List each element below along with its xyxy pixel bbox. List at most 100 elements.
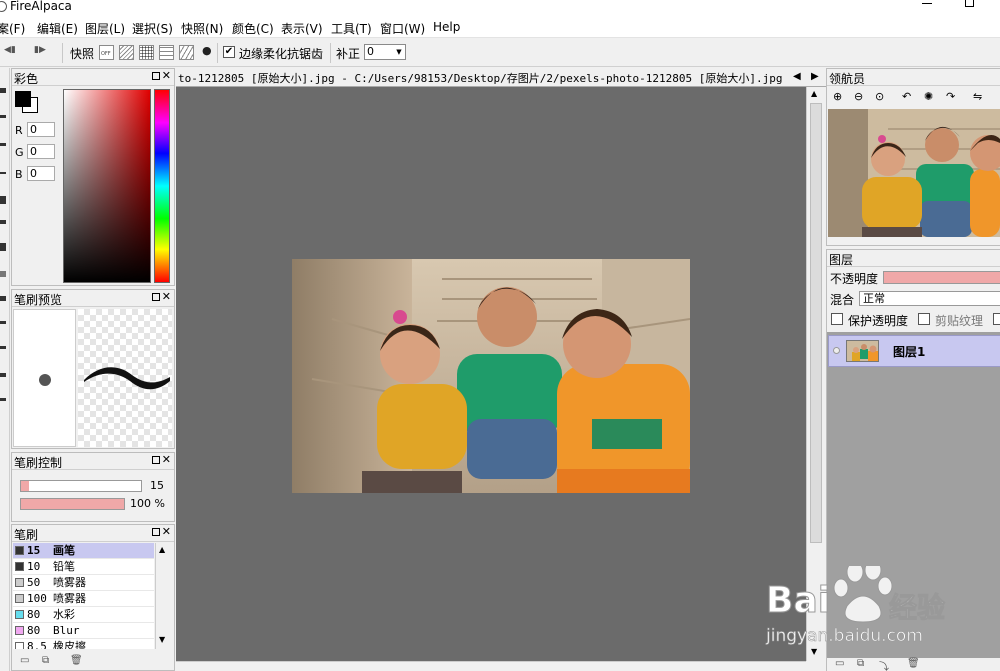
close-icon[interactable]: ✕ — [162, 453, 171, 466]
brush-list-item[interactable]: 8.5 橡皮擦 — [13, 639, 154, 649]
tab-next-icon[interactable]: ▶ — [811, 71, 819, 82]
dock-icon[interactable] — [152, 72, 160, 80]
pen-tool-icon[interactable] — [0, 88, 6, 93]
layer-blend-value: 正常 — [863, 292, 885, 305]
gradient-tool-icon[interactable] — [0, 243, 6, 251]
navigator-thumbnail[interactable] — [828, 109, 1000, 237]
eraser-tool-icon[interactable] — [0, 115, 6, 118]
menu-edit[interactable]: 编辑(E) — [37, 20, 78, 37]
g-input[interactable]: 0 — [27, 144, 55, 159]
brush-list-item[interactable]: 80 Blur — [13, 623, 154, 639]
brush-list-item[interactable]: 10 铅笔 — [13, 559, 154, 575]
rotate-reset-icon[interactable]: ✺ — [924, 90, 933, 103]
layer-panel-title: 图层 — [829, 253, 854, 267]
line-tool-icon[interactable] — [0, 143, 6, 146]
snap-grid-icon[interactable] — [139, 45, 154, 60]
menu-layer[interactable]: 图层(L) — [85, 20, 125, 37]
lock-checkbox[interactable] — [993, 313, 1000, 325]
tool-strip — [0, 68, 10, 671]
brush-preview-panel: 笔刷预览 ✕ — [11, 289, 175, 449]
zoom-reset-icon[interactable]: ⊙ — [875, 90, 884, 103]
eyedropper-tool-icon[interactable] — [0, 373, 6, 377]
correction-select[interactable]: 0 ▼ — [364, 44, 406, 60]
r-input[interactable]: 0 — [27, 122, 55, 137]
document-tab[interactable]: to-1212805 [原始大小].jpg - C:/Users/98153/D… — [176, 68, 806, 87]
snap-radial-icon[interactable] — [179, 45, 194, 60]
delete-brush-icon[interactable]: 🗑 — [70, 655, 83, 666]
maximize-icon[interactable] — [965, 0, 974, 7]
add-brush-icon[interactable]: ▭ — [20, 655, 29, 666]
foreground-color-swatch[interactable] — [15, 91, 31, 107]
zoom-out-icon[interactable]: ⊖ — [854, 90, 863, 103]
clipping-checkbox[interactable] — [918, 313, 930, 325]
brush-list-item[interactable]: 80 水彩 — [13, 607, 154, 623]
close-icon[interactable]: ✕ — [162, 525, 171, 538]
menu-tools[interactable]: 工具(T) — [331, 20, 372, 37]
menu-help[interactable]: Help — [433, 20, 460, 34]
brush-color-swatch — [15, 626, 24, 635]
snap-dot-icon[interactable]: ● — [202, 44, 212, 57]
brush-list-scrollbar[interactable]: ▲ ▼ — [155, 543, 170, 649]
menu-select[interactable]: 選択(S) — [132, 20, 173, 37]
brush-list-item[interactable]: 50 喷雾器 — [13, 575, 154, 591]
minimize-icon[interactable] — [922, 3, 932, 4]
antialias-checkbox[interactable]: ✔ — [223, 46, 235, 58]
dock-icon[interactable] — [152, 528, 160, 536]
brush-opacity-slider[interactable] — [20, 498, 125, 510]
snap-off-icon[interactable]: OFF — [99, 45, 114, 60]
menu-window[interactable]: 窗口(W) — [380, 20, 425, 37]
select-tool-icon[interactable] — [0, 271, 6, 277]
visibility-eye-icon[interactable] — [833, 347, 840, 354]
scroll-up-icon[interactable]: ▲ — [159, 545, 165, 554]
lasso-tool-icon[interactable] — [0, 296, 6, 301]
brush-size-slider[interactable] — [20, 480, 142, 492]
flip-horizontal-icon[interactable]: ⇋ — [973, 90, 982, 103]
fill-tool-icon[interactable] — [0, 196, 6, 204]
move-tool-icon[interactable] — [0, 172, 6, 174]
close-icon[interactable]: ✕ — [162, 69, 171, 82]
menu-snap[interactable]: 快照(N) — [181, 20, 223, 37]
select-pen-tool-icon[interactable] — [0, 346, 6, 349]
brush-size-value: 15 — [150, 479, 164, 492]
rotate-right-icon[interactable]: ↷ — [946, 90, 955, 103]
magic-wand-tool-icon[interactable] — [0, 321, 6, 324]
tab-prev-icon[interactable]: ◀ — [793, 71, 801, 82]
bucket-tool-icon[interactable] — [0, 220, 6, 224]
canvas-horizontal-scrollbar[interactable] — [176, 661, 806, 671]
dock-icon[interactable] — [152, 456, 160, 464]
brush-name: 铅笔 — [53, 560, 75, 573]
hand-tool-icon[interactable] — [0, 398, 6, 401]
canvas-area[interactable] — [176, 87, 806, 661]
layer-row[interactable]: 图层1 — [828, 335, 1000, 367]
menu-view[interactable]: 表示(V) — [281, 20, 323, 37]
menu-file[interactable]: 案(F) — [0, 20, 25, 37]
dock-icon[interactable] — [152, 293, 160, 301]
layer-opacity-slider[interactable] — [883, 271, 1000, 284]
brush-list-item[interactable]: 15 画笔 — [13, 543, 154, 559]
redo-icon[interactable]: ▮▶ — [34, 45, 46, 55]
scroll-down-icon[interactable]: ▼ — [159, 635, 165, 644]
brush-tip-preview — [13, 309, 76, 447]
menu-color[interactable]: 颜色(C) — [232, 20, 274, 37]
undo-icon[interactable]: ◀▮ — [4, 45, 16, 55]
hue-slider[interactable] — [154, 89, 170, 283]
protect-alpha-checkbox[interactable] — [831, 313, 843, 325]
snap-parallel-icon[interactable] — [119, 45, 134, 60]
b-input[interactable]: 0 — [27, 166, 55, 181]
canvas-image[interactable] — [292, 259, 690, 493]
vertical-scroll-thumb[interactable] — [810, 103, 822, 543]
layer-blend-select[interactable]: 正常 — [859, 291, 1000, 306]
baidu-jingyan-watermark: Bai 经验 jingyan.baidu.com — [763, 559, 1000, 671]
zoom-in-icon[interactable]: ⊕ — [833, 90, 842, 103]
b-label: B — [15, 168, 23, 181]
brush-size: 100 — [27, 592, 47, 605]
scroll-up-icon[interactable]: ▲ — [811, 89, 817, 98]
close-icon[interactable]: ✕ — [162, 290, 171, 303]
duplicate-brush-icon[interactable]: ⧉ — [42, 655, 49, 666]
toolbar: ◀▮ ▮▶ 快照 OFF ● ✔ 边缘柔化抗锯齿 补正 0 ▼ — [0, 39, 1000, 67]
brush-panel: 笔刷 ✕ 15 画笔 10 铅笔 50 喷雾器 100 喷雾器 80 水彩 80 Blur 8.5 橡皮擦… — [11, 524, 175, 671]
snap-cross-icon[interactable] — [159, 45, 174, 60]
rotate-left-icon[interactable]: ↶ — [902, 90, 911, 103]
brush-list-item[interactable]: 100 喷雾器 — [13, 591, 154, 607]
saturation-value-picker[interactable] — [63, 89, 151, 283]
